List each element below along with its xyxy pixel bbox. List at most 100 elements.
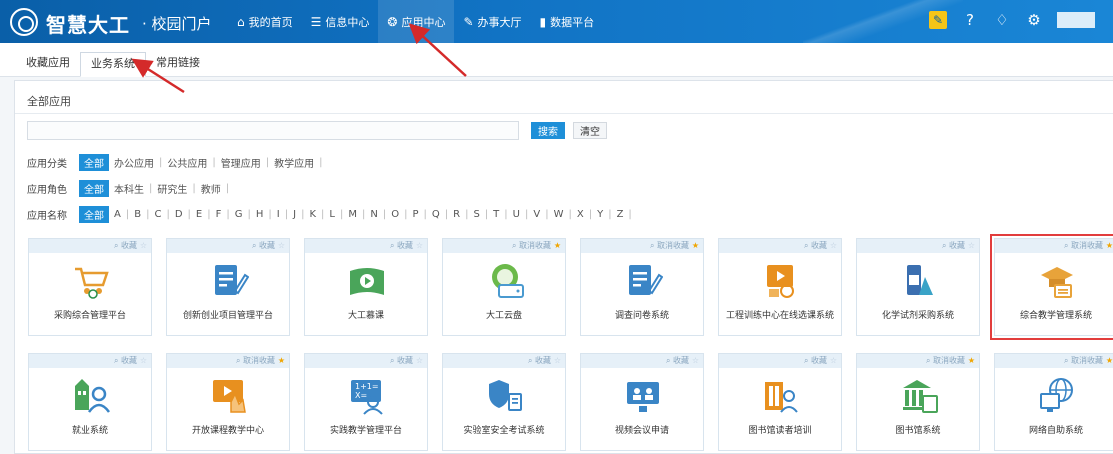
filter-option[interactable]: A (109, 209, 126, 220)
filter-option[interactable]: 教师 (196, 181, 226, 196)
tab-business-systems[interactable]: 业务系统 (80, 52, 146, 77)
filter-option[interactable]: L (324, 209, 340, 220)
nav-info-center[interactable]: ☰ 信息中心 (302, 0, 379, 43)
filter-option[interactable]: 本科生 (109, 181, 149, 196)
app-card[interactable]: ⌕ 收藏 ☆ 实验室安全考试系统 (442, 353, 566, 451)
app-card[interactable]: ⌕ 取消收藏 ★ 综合教学管理系统 (990, 234, 1113, 340)
app-card[interactable]: ⌕ 收藏 ☆ 工程训练中心在线选课系统 (718, 238, 842, 336)
app-card[interactable]: ⌕ 取消收藏 ★ 图书馆系统 (856, 353, 980, 451)
filter-option[interactable]: 全部 (79, 205, 109, 223)
favorite-toggle[interactable]: ⌕ 取消收藏 ★ (857, 354, 979, 368)
help-icon[interactable]: ? (961, 11, 979, 29)
favorite-toggle[interactable]: ⌕ 取消收藏 ★ (443, 239, 565, 253)
filter-option[interactable]: O (386, 209, 404, 220)
app-card[interactable]: ⌕ 收藏 ☆ 大工慕课 (304, 238, 428, 336)
app-card[interactable]: ⌕ 收藏 ☆ 1+1= X= 实践教学管理平台 (304, 353, 428, 451)
filter-option[interactable]: 全部 (79, 179, 109, 197)
app-card[interactable]: ⌕ 取消收藏 ★ 开放课程教学中心 (166, 353, 290, 451)
filter-option[interactable]: G (230, 209, 248, 220)
user-avatar[interactable] (1057, 12, 1095, 28)
filter-option[interactable]: Q (427, 209, 445, 220)
filter-option[interactable]: S (468, 209, 484, 220)
star-icon[interactable]: ★ (1105, 354, 1113, 368)
filter-option[interactable]: 办公应用 (109, 155, 159, 170)
filter-option[interactable]: W (549, 209, 569, 220)
filter-option[interactable]: M (343, 209, 362, 220)
star-icon[interactable]: ☆ (139, 354, 147, 368)
app-card[interactable]: ⌕ 收藏 ☆ 化学试剂采购系统 (856, 238, 980, 336)
search-input[interactable] (27, 121, 519, 140)
filter-option[interactable]: 管理应用 (216, 155, 266, 170)
filter-option[interactable]: Z (612, 209, 629, 220)
star-icon[interactable]: ☆ (691, 354, 699, 368)
app-card[interactable]: ⌕ 收藏 ☆ 图书馆读者培训 (718, 353, 842, 451)
star-icon[interactable]: ☆ (553, 354, 561, 368)
filter-option[interactable]: V (528, 209, 545, 220)
star-icon[interactable]: ★ (277, 354, 285, 368)
clear-button[interactable]: 清空 (573, 122, 607, 139)
filter-option[interactable]: 教学应用 (269, 155, 319, 170)
favorite-toggle[interactable]: ⌕ 取消收藏 ★ (581, 239, 703, 253)
favorite-toggle[interactable]: ⌕ 收藏 ☆ (581, 354, 703, 368)
star-icon[interactable]: ☆ (415, 239, 423, 253)
university-logo-icon[interactable] (10, 8, 38, 36)
filter-option[interactable]: Y (592, 209, 608, 220)
filter-option[interactable]: J (288, 209, 301, 220)
filter-option[interactable]: 研究生 (152, 181, 192, 196)
favorite-toggle[interactable]: ⌕ 收藏 ☆ (443, 354, 565, 368)
favorite-toggle[interactable]: ⌕ 收藏 ☆ (29, 239, 151, 253)
nav-my-home[interactable]: ⌂ 我的首页 (228, 0, 302, 43)
favorite-toggle[interactable]: ⌕ 收藏 ☆ (167, 239, 289, 253)
filter-option[interactable]: D (170, 209, 188, 220)
star-icon[interactable]: ☆ (139, 239, 147, 253)
app-card[interactable]: ⌕ 收藏 ☆ 视频会议申请 (580, 353, 704, 451)
filter-option[interactable]: K (304, 209, 321, 220)
favorite-toggle[interactable]: ⌕ 收藏 ☆ (29, 354, 151, 368)
gear-icon[interactable]: ⚙ (1025, 11, 1043, 29)
nav-data-platform[interactable]: ▮ 数据平台 (531, 0, 604, 43)
app-card[interactable]: ⌕ 取消收藏 ★ 大工云盘 (442, 238, 566, 336)
filter-option[interactable]: N (365, 209, 382, 220)
filter-option[interactable]: P (407, 209, 423, 220)
app-card[interactable]: ⌕ 收藏 ☆ 创新创业项目管理平台 (166, 238, 290, 336)
filter-option[interactable]: 公共应用 (162, 155, 212, 170)
filter-option[interactable]: C (149, 209, 166, 220)
app-card[interactable]: ⌕ 取消收藏 ★ 网络自助系统 (994, 353, 1113, 451)
nav-app-center[interactable]: ❂ 应用中心 (378, 0, 455, 43)
star-icon[interactable]: ★ (553, 239, 561, 253)
star-icon[interactable]: ★ (967, 354, 975, 368)
star-icon[interactable]: ☆ (415, 354, 423, 368)
favorite-toggle[interactable]: ⌕ 收藏 ☆ (857, 239, 979, 253)
app-card[interactable]: ⌕ 收藏 ☆ 就业系统 (28, 353, 152, 451)
filter-option[interactable]: I (272, 209, 285, 220)
star-icon[interactable]: ☆ (829, 354, 837, 368)
nav-service-hall[interactable]: ✎ 办事大厅 (454, 0, 530, 43)
favorite-toggle[interactable]: ⌕ 收藏 ☆ (719, 239, 841, 253)
filter-option[interactable]: B (129, 209, 146, 220)
filter-option[interactable]: H (251, 209, 269, 220)
bell-icon[interactable]: ♢ (993, 11, 1011, 29)
star-icon[interactable]: ★ (691, 239, 699, 253)
tab-common-links[interactable]: 常用链接 (146, 52, 210, 77)
favorite-toggle[interactable]: ⌕ 收藏 ☆ (305, 239, 427, 253)
search-button[interactable]: 搜索 (531, 122, 565, 139)
star-icon[interactable]: ☆ (967, 239, 975, 253)
filter-option[interactable]: E (191, 209, 207, 220)
star-icon[interactable]: ☆ (829, 239, 837, 253)
favorite-toggle[interactable]: ⌕ 收藏 ☆ (719, 354, 841, 368)
notes-icon[interactable]: ✎ (929, 11, 947, 29)
favorite-toggle[interactable]: ⌕ 收藏 ☆ (305, 354, 427, 368)
filter-option[interactable]: 全部 (79, 153, 109, 171)
star-icon[interactable]: ☆ (277, 239, 285, 253)
app-card[interactable]: ⌕ 取消收藏 ★ 调查问卷系统 (580, 238, 704, 336)
filter-option[interactable]: T (488, 209, 504, 220)
favorite-toggle[interactable]: ⌕ 取消收藏 ★ (167, 354, 289, 368)
filter-option[interactable]: F (211, 209, 227, 220)
filter-option[interactable]: R (448, 209, 465, 220)
filter-option[interactable]: X (572, 209, 589, 220)
tab-favorite-apps[interactable]: 收藏应用 (16, 52, 80, 77)
favorite-toggle[interactable]: ⌕ 取消收藏 ★ (995, 354, 1113, 368)
app-card[interactable]: ⌕ 收藏 ☆ 采购综合管理平台 (28, 238, 152, 336)
filter-option[interactable]: U (508, 209, 525, 220)
star-icon[interactable]: ★ (1105, 239, 1113, 253)
